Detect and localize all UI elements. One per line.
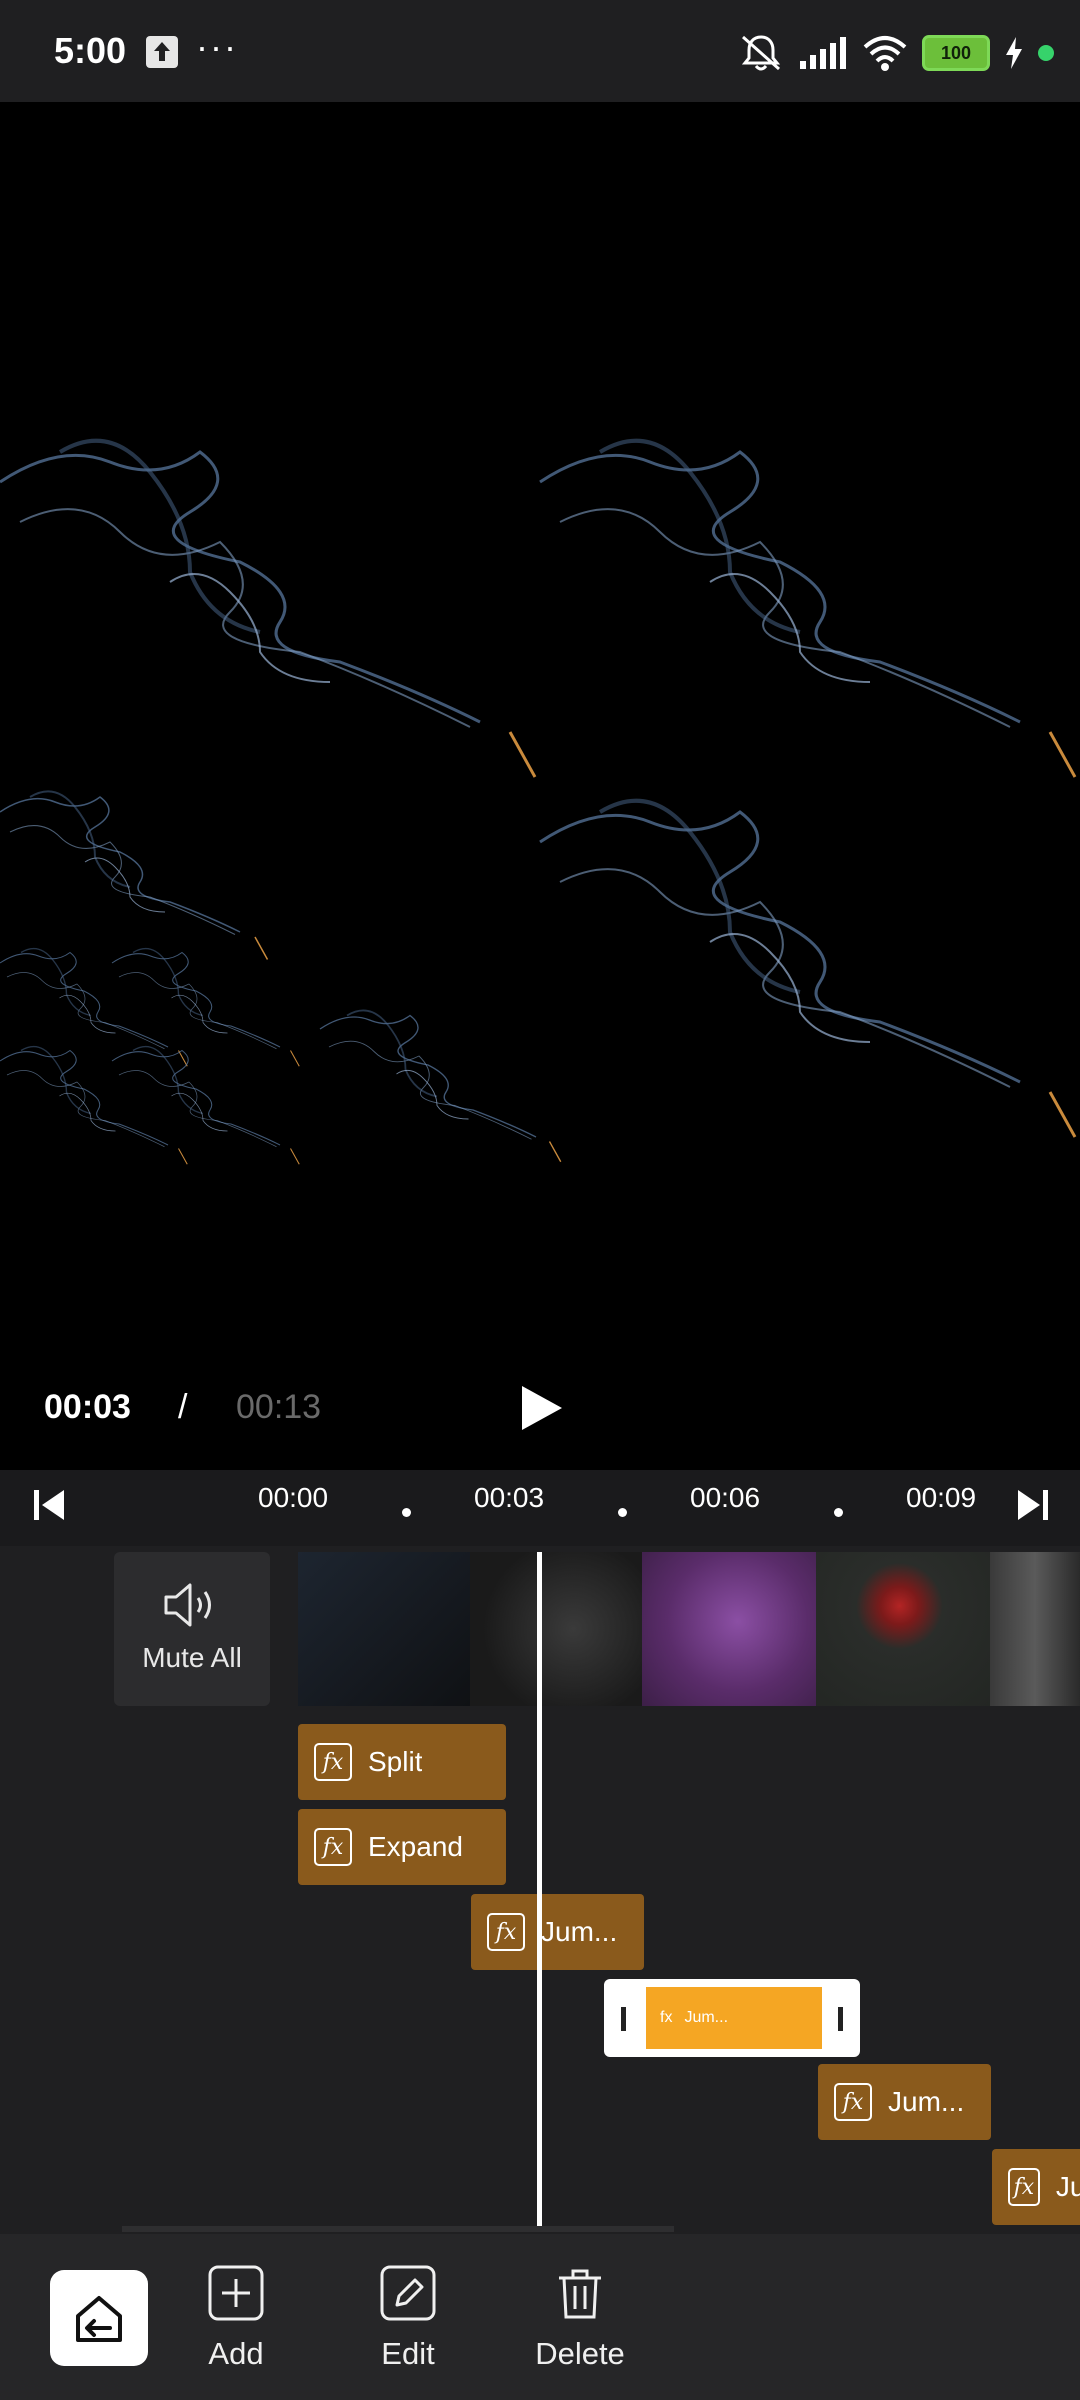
video-preview[interactable] (0, 102, 1080, 1470)
effect-icon: fx (314, 1828, 352, 1866)
upload-icon (146, 36, 178, 68)
timeline-ruler[interactable]: 00:00 00:03 00:06 00:09 (0, 1470, 1080, 1546)
speaker-icon (164, 1583, 211, 1627)
back-home-icon (76, 2296, 122, 2342)
effect-label: Jum... (541, 1916, 618, 1947)
effect-clip[interactable]: fx Split (298, 1724, 506, 1800)
mute-all-label: Mute All (142, 1642, 242, 1673)
effect-clip[interactable]: fx Ju (992, 2149, 1080, 2225)
status-bar: 5:00 ··· 100 (0, 0, 1080, 102)
clip-thumbnail[interactable] (642, 1552, 816, 1706)
ruler-tick: 00:06 (690, 1482, 761, 1513)
clip-thumbnail[interactable] (298, 1552, 470, 1706)
active-indicator (1038, 45, 1054, 61)
ruler-tick: 00:00 (258, 1482, 329, 1513)
effect-clip[interactable]: fx Jum... (471, 1894, 644, 1970)
time-separator: / (178, 1388, 188, 1426)
effect-label: Expand (368, 1831, 463, 1862)
ruler-dot (618, 1508, 627, 1517)
effect-label: Jum... (684, 2009, 729, 2026)
skip-to-start-icon[interactable] (30, 1486, 68, 1524)
video-clip-strip[interactable] (298, 1552, 1080, 1706)
ruler-dot (402, 1508, 411, 1517)
skip-to-end-icon[interactable] (1014, 1486, 1052, 1524)
preview-frame (0, 438, 1077, 1165)
delete-button[interactable]: Delete (510, 2264, 650, 2372)
ruler-tick: 00:03 (474, 1482, 545, 1513)
playback-controls: 00:03 / 00:13 (0, 1360, 1080, 1470)
mute-icon (741, 35, 781, 71)
total-time: 00:13 (236, 1388, 322, 1426)
play-icon[interactable] (518, 1384, 564, 1432)
bottom-toolbar: Add Edit Delete (0, 2234, 1080, 2400)
delete-label: Delete (535, 2336, 625, 2371)
more-icon: ··· (196, 26, 238, 67)
trash-icon (559, 2269, 601, 2319)
clock: 5:00 (54, 30, 127, 71)
trim-handle-left[interactable] (621, 2007, 626, 2031)
edit-icon (380, 2265, 436, 2321)
effect-icon: fx (314, 1743, 352, 1781)
battery-level: 100 (940, 42, 972, 63)
effect-icon: fx (1008, 2168, 1040, 2206)
battery-icon: 100 (922, 35, 990, 71)
playhead[interactable] (537, 1552, 542, 2232)
effect-label: Jum... (888, 2086, 965, 2117)
charging-icon (1006, 37, 1022, 69)
add-icon (208, 2265, 264, 2321)
ruler-dot (834, 1508, 843, 1517)
selected-effect-body[interactable]: fx Jum... (646, 1987, 822, 2049)
effect-icon: fx (660, 2009, 673, 2026)
signal-icon (800, 37, 846, 69)
effect-icon: fx (834, 2083, 872, 2121)
back-button[interactable] (50, 2270, 148, 2366)
current-time: 00:03 (44, 1388, 131, 1426)
trim-handle-right[interactable] (838, 2007, 843, 2031)
ruler-tick: 00:09 (906, 1482, 977, 1513)
effect-icon: fx (487, 1913, 525, 1951)
selected-effect-clip[interactable]: fx Jum... (604, 1979, 860, 2057)
effect-clip[interactable]: fx Expand (298, 1809, 506, 1885)
add-label: Add (208, 2336, 264, 2371)
effect-clip[interactable]: fx Jum... (818, 2064, 991, 2140)
add-button[interactable]: Add (166, 2264, 306, 2372)
clip-thumbnail[interactable] (990, 1552, 1080, 1706)
wifi-icon (863, 36, 907, 71)
effect-label: Ju (1055, 2171, 1080, 2202)
clip-thumbnail[interactable] (470, 1552, 642, 1706)
effect-label: Split (368, 1746, 423, 1777)
clip-thumbnail[interactable] (816, 1552, 990, 1706)
timeline-scrollbar[interactable] (122, 2226, 674, 2232)
edit-label: Edit (381, 2336, 435, 2371)
status-icons: 100 (738, 30, 1054, 76)
edit-button[interactable]: Edit (338, 2264, 478, 2372)
mute-all-button[interactable]: Mute All (114, 1552, 270, 1706)
